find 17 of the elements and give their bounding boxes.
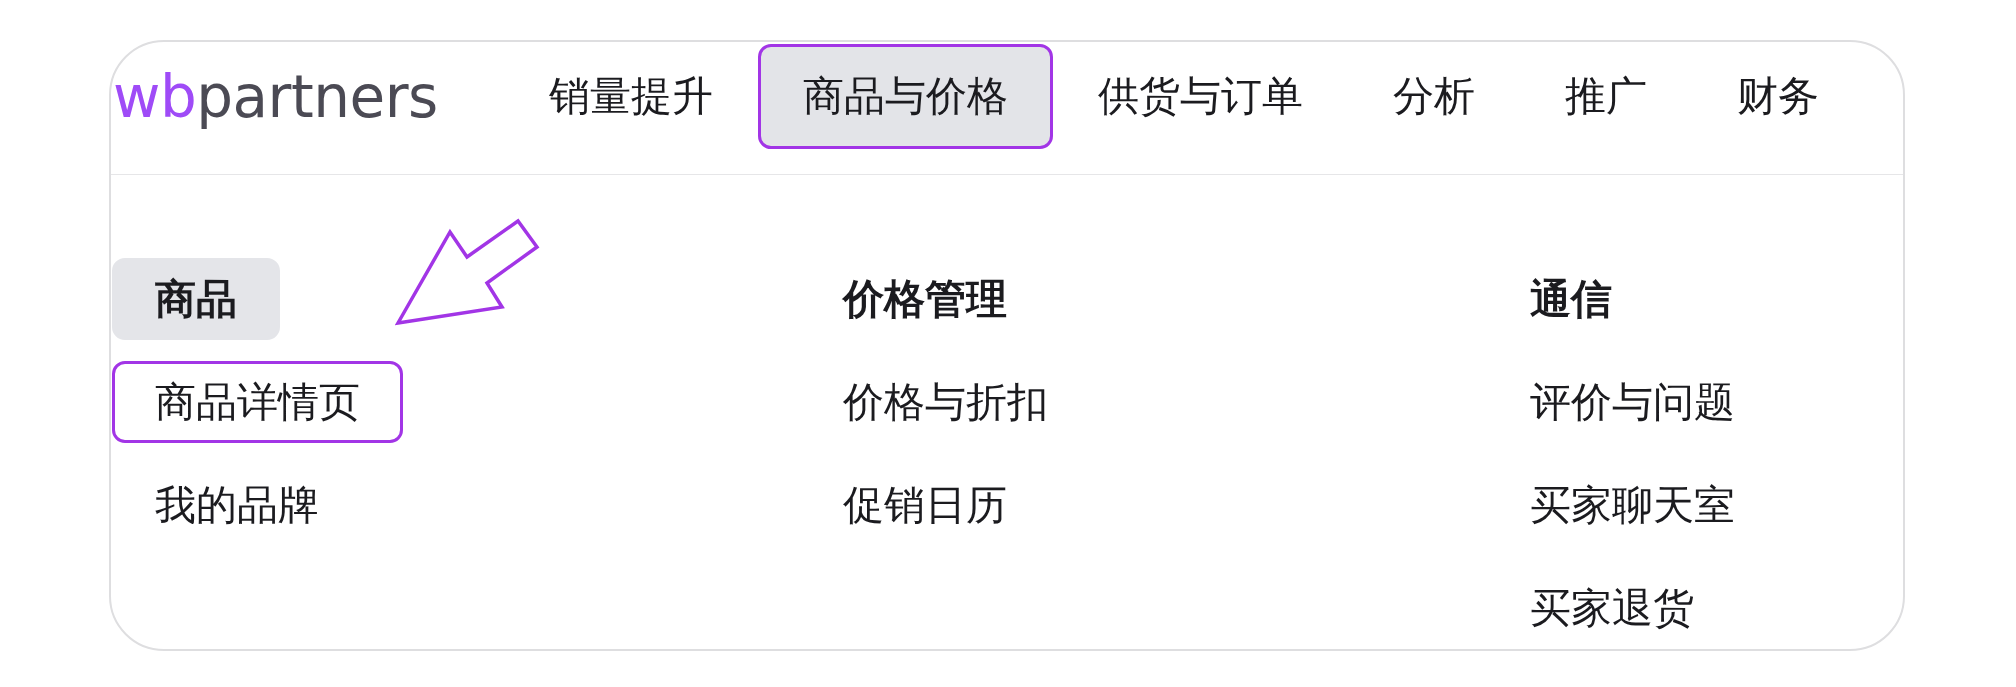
nav-tab[interactable]: 分析 [1347,44,1520,149]
nav-tab[interactable]: 供货与订单 [1052,44,1348,149]
nav-tab[interactable]: 推广 [1519,44,1692,149]
menu-group-header[interactable]: 商品 [112,258,280,340]
nav-tab[interactable]: 商品与价格 [757,44,1053,149]
menu-item[interactable]: 商品详情页 [112,361,403,443]
menu-item[interactable]: 评价与问题 [1487,361,1778,443]
menu-group-header[interactable]: 价格管理 [800,258,1050,340]
menu-item[interactable]: 买家退货 [1487,567,1737,649]
menu-item[interactable]: 我的品牌 [112,464,362,546]
nav-tab[interactable]: 财务 [1691,44,1864,149]
menu-group-header[interactable]: 通信 [1487,258,1655,340]
menu-item[interactable]: 促销日历 [800,464,1050,546]
menu-item[interactable]: 价格与折扣 [800,361,1091,443]
menu-item[interactable]: 买家聊天室 [1487,464,1778,546]
nav-tab[interactable]: 销量提升 [503,44,758,149]
arrow-icon [395,218,540,326]
